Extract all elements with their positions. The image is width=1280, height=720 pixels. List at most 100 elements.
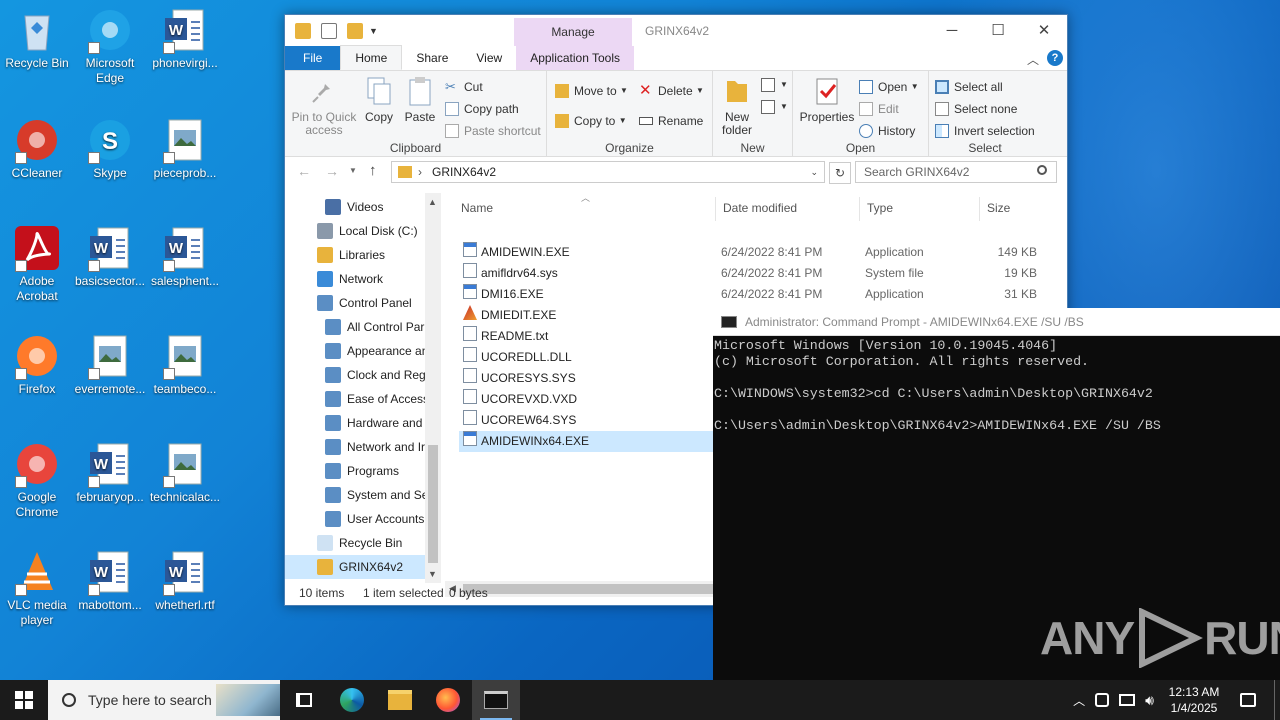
cmd-titlebar[interactable]: Administrator: Command Prompt - AMIDEWIN… [713,308,1280,336]
nav-item[interactable]: Appearance an [325,339,428,363]
chevron-down-icon[interactable]: ▼ [369,26,378,36]
desktop-icon[interactable]: Wfebruaryop... [73,440,147,505]
paste-shortcut-button[interactable]: Paste shortcut [445,121,541,141]
task-view-button[interactable] [280,680,328,720]
column-header-size[interactable]: Size [987,201,1010,215]
nav-item[interactable]: All Control Par [325,315,424,339]
nav-item[interactable]: Programs [325,459,399,483]
rename-button[interactable]: Rename [639,111,703,131]
close-button[interactable]: ✕ [1021,15,1067,47]
nav-item[interactable]: Videos [325,195,383,219]
network-icon[interactable] [1119,694,1136,706]
new-folder-button[interactable]: New folder [717,75,757,137]
forward-arrow-icon[interactable]: → [325,163,339,179]
column-header-type[interactable]: Type [867,201,893,215]
desktop-icon[interactable]: everremote... [73,332,147,397]
taskbar-explorer-button[interactable] [376,680,424,720]
copy-to-button[interactable]: Copy to ▼ [555,111,627,131]
desktop-icon[interactable]: technicalac... [148,440,222,505]
new-item-button[interactable]: ▼ [761,75,788,95]
taskbar-cmd-button[interactable] [472,680,520,720]
chevron-down-icon[interactable]: ▼ [349,166,357,175]
notification-icon[interactable] [1240,693,1256,707]
copy-path-button[interactable]: Copy path [445,99,519,119]
new-folder-icon[interactable] [347,23,363,39]
taskbar-edge-button[interactable] [328,680,376,720]
tab-view[interactable]: View [462,46,516,70]
nav-item[interactable]: Local Disk (C:) [317,219,418,243]
tab-application-tools[interactable]: Application Tools [516,46,635,70]
desktop-icon[interactable]: pieceprob... [148,116,222,181]
desktop-icon[interactable]: Wbasicsector... [73,224,147,289]
column-separator[interactable] [859,197,860,221]
desktop-icon[interactable]: Wmabottom... [73,548,147,613]
meet-now-icon[interactable] [1095,693,1110,707]
nav-item[interactable]: Hardware and [325,411,422,435]
properties-button[interactable]: Properties [799,75,855,124]
desktop-icon[interactable]: Firefox [0,332,74,397]
file-row[interactable]: DMI16.EXE 6/24/2022 8:41 PM Application 31 … [459,284,1059,305]
desktop-icon[interactable]: S Skype [73,116,147,181]
nav-item[interactable]: GRINX64v2 [285,555,425,579]
tab-home[interactable]: Home [340,45,403,70]
nav-item[interactable]: System and Se [325,483,428,507]
nav-item[interactable]: Clock and Regi [325,363,428,387]
column-header-date[interactable]: Date modified [723,201,797,215]
chevron-down-icon[interactable]: ⌄ [810,167,818,178]
clock[interactable]: 12:13 AM 1/4/2025 [1160,684,1228,716]
pin-quick-access-button[interactable]: Pin to Quick access [289,75,359,137]
cut-button[interactable]: ✂ Cut [445,77,483,97]
desktop-icon[interactable]: Adobe Acrobat [0,224,74,304]
desktop-icon[interactable]: Wphonevirgi... [148,6,222,71]
minimize-button[interactable]: ─ [929,15,975,47]
edit-button[interactable]: Edit [859,99,899,119]
column-separator[interactable] [715,197,716,221]
paste-button[interactable]: Paste [401,75,439,124]
file-row[interactable]: amifldrv64.sys 6/24/2022 8:41 PM System fi… [459,263,1059,284]
select-none-button[interactable]: Select none [935,99,1017,119]
chevron-up-icon[interactable]: ︿ [1073,692,1085,709]
column-separator[interactable] [979,197,980,221]
tab-file[interactable]: File [285,46,341,70]
collapse-ribbon-icon[interactable]: ︿ [1027,51,1039,68]
history-button[interactable]: History [859,121,915,141]
nav-item[interactable]: Ease of Access [325,387,429,411]
nav-item[interactable]: Control Panel [317,291,412,315]
search-input[interactable]: Search GRINX64v2 [855,161,1057,183]
up-arrow-icon[interactable]: ↑ [369,162,377,179]
desktop-icon[interactable]: Google Chrome [0,440,74,520]
copy-button[interactable]: Copy [361,75,397,124]
move-to-button[interactable]: Move to ▼ [555,81,628,101]
navigation-pane[interactable]: Videos Local Disk (C:) Libraries Network Con… [285,193,441,579]
help-icon[interactable]: ? [1047,50,1063,66]
invert-selection-button[interactable]: Invert selection [935,121,1035,141]
breadcrumb[interactable]: GRINX64v2 [432,165,496,179]
taskbar-firefox-button[interactable] [424,680,472,720]
volume-icon[interactable]: 🔊︎ [1145,692,1154,709]
nav-item[interactable]: User Accounts [325,507,424,531]
cmd-output[interactable]: Microsoft Windows [Version 10.0.19045.40… [713,336,1280,436]
open-button[interactable]: Open ▼ [859,77,919,97]
scroll-thumb[interactable] [428,445,438,563]
show-desktop-button[interactable] [1274,680,1280,720]
nav-item[interactable]: Network [317,267,383,291]
nav-item[interactable]: Network and Ir [325,435,425,459]
address-bar[interactable]: › GRINX64v2 ⌄ [391,161,825,183]
ribbon-context-tab-manage[interactable]: Manage [514,18,632,46]
column-header-name[interactable]: Name [461,201,493,215]
select-all-button[interactable]: Select all [935,77,1003,97]
back-arrow-icon[interactable]: ← [297,163,311,179]
desktop-icon[interactable]: VLC media player [0,548,74,628]
start-button[interactable] [0,680,48,720]
desktop-icon[interactable]: Wsalesphent... [148,224,222,289]
nav-scrollbar[interactable]: ▲ ▼ [425,193,441,583]
nav-item[interactable]: Recycle Bin [317,531,402,555]
scroll-up-icon[interactable]: ▲ [428,197,437,207]
tab-share[interactable]: Share [402,46,462,70]
desktop-icon[interactable]: CCleaner [0,116,74,181]
refresh-icon[interactable]: ↻ [829,162,851,184]
explorer-titlebar[interactable]: ▼ Manage GRINX64v2 ─ ☐ ✕ [285,15,1067,47]
delete-button[interactable]: ✕ Delete ▼ [639,81,704,101]
desktop-icon[interactable]: Recycle Bin [0,6,74,71]
taskbar-search-box[interactable]: Type here to search [48,680,280,720]
